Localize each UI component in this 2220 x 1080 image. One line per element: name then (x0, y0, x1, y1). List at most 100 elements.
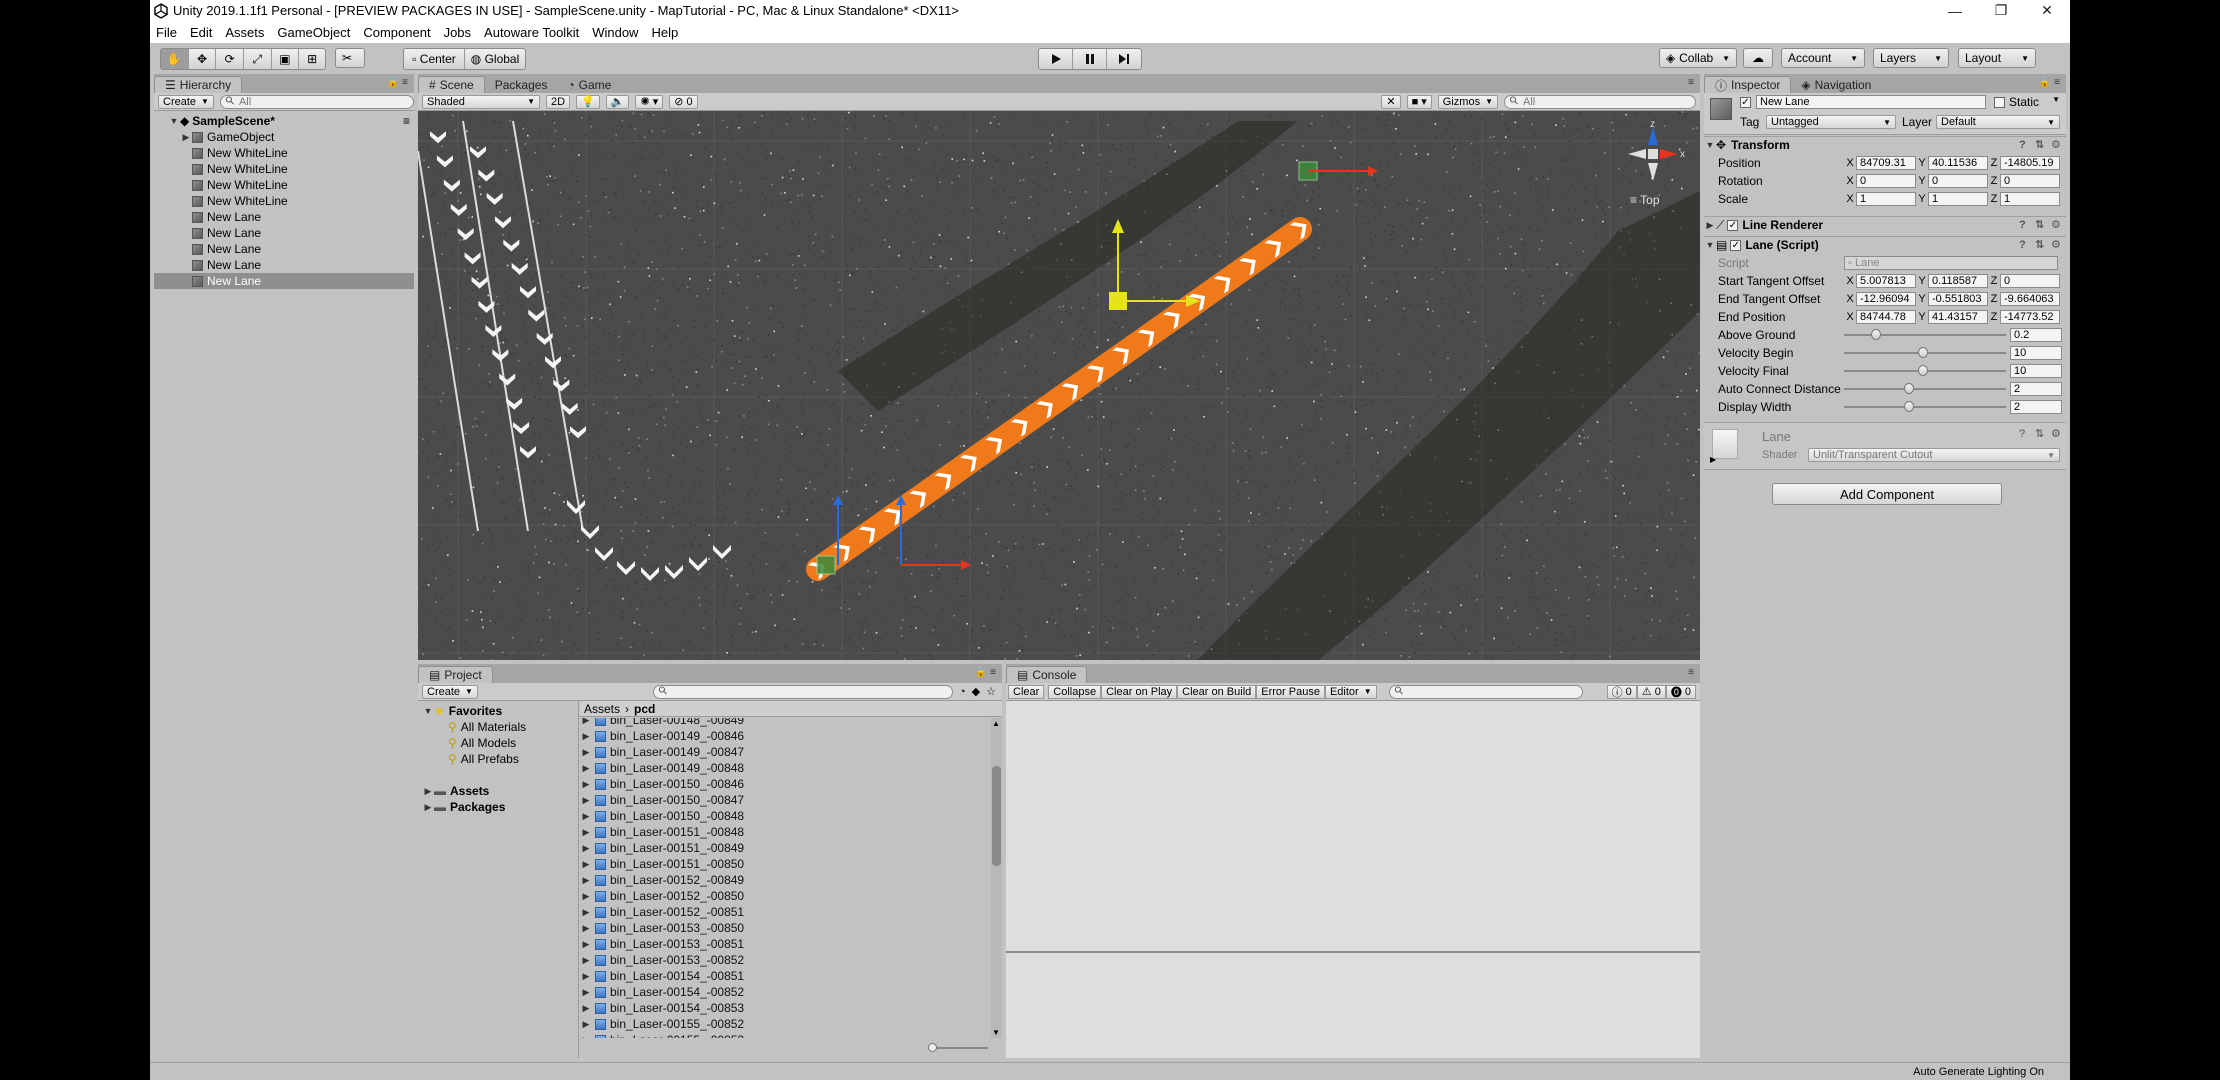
effects-dropdown-icon[interactable]: ✺ ▾ (635, 94, 664, 109)
maximize-button[interactable]: ❐ (1978, 0, 2024, 21)
camera-dropdown-icon[interactable]: ■ ▾ (1406, 94, 1432, 109)
tab-console[interactable]: ▤ Console (1006, 666, 1088, 683)
layer-dropdown[interactable]: Default ▼ (1936, 115, 2060, 129)
value-slider[interactable] (1844, 400, 2006, 414)
slider-value-field[interactable]: 2 (2010, 382, 2062, 396)
rotate-tool-icon[interactable]: ⟳ (216, 49, 244, 69)
slider-knob[interactable] (928, 1043, 937, 1052)
file-row[interactable]: ▶ bin_Laser-00154_-00852 (580, 984, 990, 1000)
console-clear-on-build-button[interactable]: Clear on Build (1177, 684, 1257, 699)
close-button[interactable]: ✕ (2024, 0, 2070, 21)
static-checkbox[interactable] (1994, 97, 2005, 108)
tab-scene[interactable]: # Scene (418, 76, 485, 93)
line-renderer-header[interactable]: ▶ ⟋ ✓ Line Renderer ? ⇅ ⚙ (1704, 216, 2066, 233)
add-component-button[interactable]: Add Component (1772, 483, 2002, 505)
position-x-field[interactable]: 84709.31 (1856, 156, 1916, 170)
file-row[interactable]: ▶ bin_Laser-00149_-00847 (580, 744, 990, 760)
lane-script-enabled-checkbox[interactable]: ✓ (1730, 239, 1742, 251)
file-row[interactable]: ▶ bin_Laser-00152_-00850 (580, 888, 990, 904)
tab-hierarchy[interactable]: ☰ Hierarchy (154, 76, 243, 93)
favorite-star-icon[interactable]: ☆ (986, 685, 996, 698)
move-tool-icon[interactable]: ✥ (189, 49, 217, 69)
slider-value-field[interactable]: 10 (2010, 364, 2062, 378)
tab-game[interactable]: ◔ Game (557, 76, 621, 93)
create-dropdown[interactable]: Create ▼ (158, 94, 214, 109)
collab-dropdown[interactable]: ◈ Collab ▼ (1659, 48, 1737, 68)
hierarchy-item[interactable]: ▶ GameObject (154, 129, 414, 145)
filter-label-icon[interactable]: ◆ (972, 685, 980, 698)
draw-mode-dropdown[interactable]: Shaded ▼ (422, 94, 540, 109)
menu-help[interactable]: Help (651, 25, 678, 40)
panel-menu-icon[interactable]: 🔒 ≡ (2039, 77, 2060, 88)
active-checkbox[interactable]: ✓ (1740, 97, 1751, 108)
packages-folder[interactable]: ▶ ▬ Packages (422, 799, 506, 815)
scale-z-field[interactable]: 1 (2000, 192, 2060, 206)
gear-icon[interactable]: ⚙ (2051, 239, 2062, 251)
minimize-button[interactable]: — (1932, 0, 1978, 21)
gear-icon[interactable]: ⚙ (2051, 219, 2062, 231)
point-cloud-canvas[interactable] (418, 111, 1700, 660)
file-row[interactable]: ▶ bin_Laser-00149_-00846 (580, 728, 990, 744)
warning-filter-toggle[interactable]: ⚠ 0 (1636, 684, 1666, 699)
scene-search-input[interactable]: All (1504, 94, 1696, 109)
hierarchy-item-selected[interactable]: New Lane (154, 273, 414, 289)
menu-gameobject[interactable]: GameObject (277, 25, 350, 40)
file-row[interactable]: ▶ bin_Laser-00153_-00852 (580, 952, 990, 968)
scene-orientation-gizmo[interactable]: z x ≡ Top (1618, 117, 1688, 207)
pause-button[interactable] (1073, 49, 1107, 69)
object-name-input[interactable]: New Lane (1756, 95, 1986, 109)
panel-menu-icon[interactable]: ≡ (1688, 77, 1694, 88)
breadcrumb-pcd[interactable]: pcd (634, 702, 655, 716)
menu-window[interactable]: Window (592, 25, 638, 40)
panel-menu-icon[interactable]: ≡ (1688, 667, 1694, 678)
transform-header[interactable]: ▼ ✥ Transform ? ⇅ ⚙ (1704, 136, 2066, 153)
console-log-list[interactable] (1006, 701, 1700, 951)
create-dropdown[interactable]: Create ▼ (422, 684, 478, 699)
console-clear-button[interactable]: Clear (1008, 684, 1045, 699)
filter-type-icon[interactable]: ◔ (959, 686, 966, 698)
file-row[interactable]: ▶bin_Laser-00155_-00853 (580, 1032, 990, 1038)
hidden-objects-toggle[interactable]: ⊘ 0 (669, 94, 698, 109)
account-dropdown[interactable]: Account ▼ (1781, 48, 1865, 68)
scroll-down-icon[interactable]: ▼ (992, 1028, 1000, 1037)
end-tangent-z-field[interactable]: -9.664063 (2000, 292, 2060, 306)
file-row[interactable]: ▶ bin_Laser-00152_-00851 (580, 904, 990, 920)
favorite-item[interactable]: ⚲ All Materials (448, 719, 526, 735)
value-slider[interactable] (1844, 328, 2006, 342)
start-tangent-x-field[interactable]: 5.007813 (1856, 274, 1916, 288)
end-tangent-y-field[interactable]: -0.551803 (1928, 292, 1988, 306)
rotation-z-field[interactable]: 0 (2000, 174, 2060, 188)
value-slider[interactable] (1844, 382, 2006, 396)
favorite-item[interactable]: ⚲ All Prefabs (448, 751, 519, 767)
end-tangent-x-field[interactable]: -12.96094 (1856, 292, 1916, 306)
step-button[interactable] (1107, 49, 1141, 69)
project-search-input[interactable] (653, 684, 953, 699)
console-clear-on-play-button[interactable]: Clear on Play (1101, 684, 1178, 699)
file-row[interactable]: ▶ bin_Laser-00154_-00853 (580, 1000, 990, 1016)
scale-x-field[interactable]: 1 (1856, 192, 1916, 206)
file-row[interactable]: ▶ bin_Laser-00155_-00852 (580, 1016, 990, 1032)
menu-autoware-toolkit[interactable]: Autoware Toolkit (484, 25, 579, 40)
file-row[interactable]: ▶ bin_Laser-00148_-00849 (580, 718, 990, 728)
hierarchy-item[interactable]: New Lane (154, 257, 414, 273)
position-z-field[interactable]: -14805.19 (2000, 156, 2060, 170)
gear-icon[interactable]: ⚙ (2051, 429, 2062, 440)
console-editor-dropdown[interactable]: Editor ▼ (1324, 684, 1377, 699)
scroll-up-icon[interactable]: ▲ (992, 719, 1000, 728)
pivot-rotation-toggle[interactable]: ◍ Global (465, 49, 525, 69)
error-filter-toggle[interactable]: ⓿ 0 (1665, 684, 1696, 699)
scrollbar-thumb[interactable] (992, 766, 1001, 866)
tab-packages[interactable]: Packages (485, 76, 558, 93)
pivot-center-toggle[interactable]: ▫ Center (404, 49, 465, 69)
rotation-x-field[interactable]: 0 (1856, 174, 1916, 188)
file-row[interactable]: ▶ bin_Laser-00154_-00851 (580, 968, 990, 984)
scale-y-field[interactable]: 1 (1928, 192, 1988, 206)
menu-jobs[interactable]: Jobs (444, 25, 471, 40)
menu-file[interactable]: File (156, 25, 177, 40)
preset-icon[interactable]: ⇅ (2035, 239, 2046, 251)
shader-dropdown[interactable]: Unlit/Transparent Cutout ▼ (1808, 448, 2060, 462)
hierarchy-item[interactable]: New Lane (154, 225, 414, 241)
file-list-scrollbar[interactable]: ▲ ▼ (991, 718, 1002, 1038)
file-row[interactable]: ▶ bin_Laser-00151_-00848 (580, 824, 990, 840)
hierarchy-item[interactable]: New WhiteLine (154, 145, 414, 161)
